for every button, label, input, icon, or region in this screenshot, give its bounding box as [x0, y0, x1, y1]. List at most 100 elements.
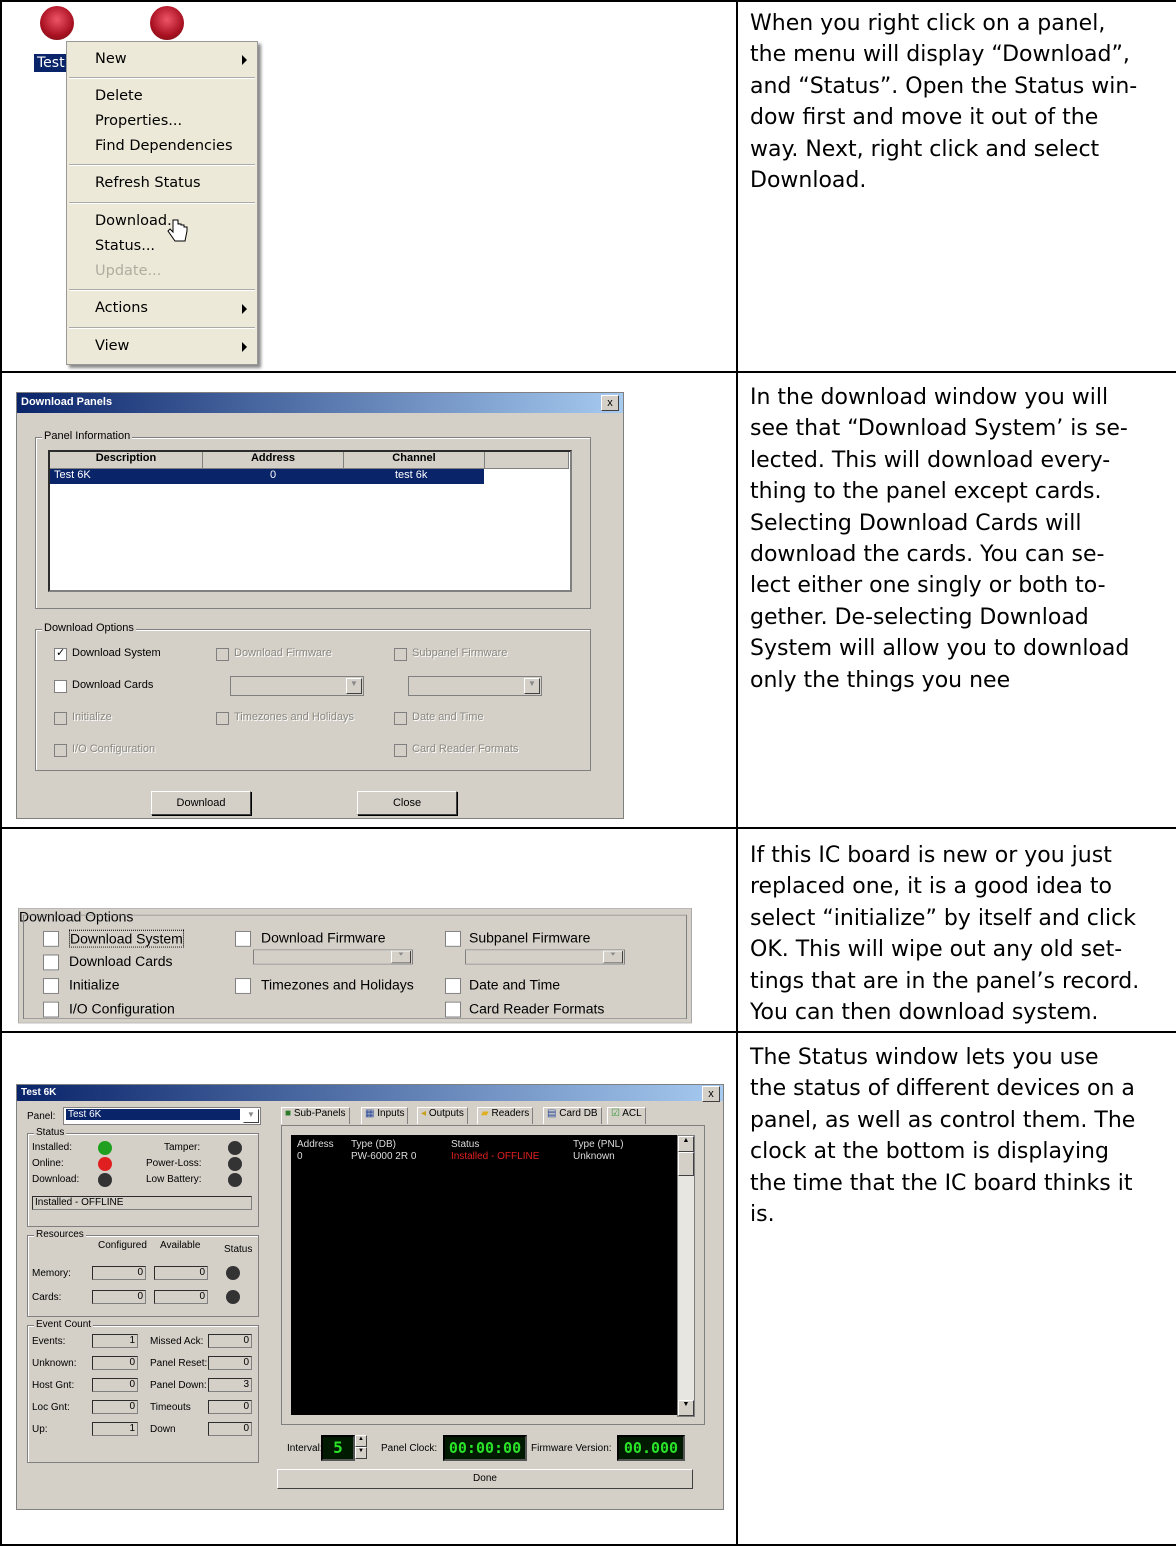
text-line: see that “Download System’ is se- [750, 416, 1128, 442]
menu-item-properties[interactable]: Properties... [95, 113, 182, 129]
grid-scrollbar[interactable]: ▲ ▼ [677, 1135, 695, 1417]
spin-down-icon[interactable]: ▼ [355, 1447, 367, 1459]
panel-icon[interactable] [150, 6, 184, 40]
group-label: Status [34, 1127, 67, 1138]
text-line: panel, as well as control them. The [750, 1107, 1136, 1133]
panel-selected-value: Test 6K [66, 1109, 240, 1120]
panel-list[interactable]: Description Address Channel Test 6K 0 te… [48, 450, 572, 592]
column-header[interactable]: Description [50, 452, 203, 469]
loc-gnt-field: 0 [92, 1400, 138, 1414]
text-line: dow first and move it out of the [750, 105, 1099, 131]
done-button[interactable]: Done [277, 1469, 693, 1489]
installed-led [98, 1141, 112, 1155]
group-label: Panel Information [42, 430, 133, 442]
online-label: Online: [32, 1158, 64, 1169]
column-header [485, 452, 569, 469]
download-cards-checkbox[interactable] [43, 954, 59, 971]
panel-select[interactable]: Test 6K ▼ [63, 1107, 261, 1125]
tab-inputs[interactable]: ▦ Inputs [361, 1107, 409, 1124]
download-cards-checkbox[interactable] [54, 680, 67, 693]
scroll-thumb[interactable] [678, 1152, 694, 1176]
panel-down-label: Panel Down: [150, 1380, 207, 1391]
subpanel-firmware-checkbox[interactable] [445, 930, 461, 947]
card-reader-formats-checkbox[interactable] [445, 1001, 461, 1018]
menu-item-view[interactable]: View [95, 338, 129, 354]
text-line: tings that are in the panel’s record. [750, 968, 1140, 994]
download-system-checkbox[interactable] [43, 930, 59, 947]
firmware-select: ▼ [230, 676, 364, 696]
menu-item-delete[interactable]: Delete [95, 88, 143, 104]
checkmark-icon: ✓ [56, 647, 66, 659]
status-window: Test 6K x Panel: Test 6K ▼ Status Instal… [16, 1084, 724, 1510]
spin-up-icon[interactable]: ▲ [355, 1435, 367, 1447]
tab-strip: ■ Sub-Panels ▦ Inputs ◂ Outputs ▰ Reader… [281, 1107, 701, 1125]
tab-readers[interactable]: ▰ Readers [477, 1107, 534, 1124]
timezones-checkbox [216, 712, 229, 725]
status-header: Status [224, 1244, 253, 1255]
panel-icon[interactable] [40, 6, 74, 40]
date-time-checkbox[interactable] [445, 978, 461, 994]
io-configuration-checkbox[interactable] [43, 1001, 59, 1018]
tab-card-db[interactable]: ▤ Card DB [543, 1107, 602, 1124]
menu-item-new[interactable]: New [95, 51, 127, 67]
tab-sub-panels[interactable]: ■ Sub-Panels [281, 1107, 350, 1124]
submenu-arrow-icon [242, 342, 247, 352]
close-icon[interactable]: x [702, 1086, 720, 1102]
download-button[interactable]: Download [151, 791, 251, 815]
chevron-down-icon: ▼ [603, 950, 623, 964]
dialog-titlebar: Download Panels [17, 393, 623, 413]
download-panels-dialog: Download Panels x Panel Information Desc… [16, 392, 624, 819]
column-header: Address [297, 1139, 334, 1150]
interval-spinner[interactable]: ▲ ▼ [355, 1435, 367, 1459]
firmware-version-display: 00.000 [617, 1435, 685, 1461]
icon-label: Test [34, 54, 68, 72]
text-line: lected. This will download every- [750, 447, 1111, 473]
submenu-arrow-icon [242, 55, 247, 65]
close-icon[interactable]: x [601, 395, 619, 411]
download-system-checkbox[interactable]: ✓ [54, 647, 67, 661]
window-titlebar: Test 6K [17, 1085, 723, 1101]
table-cell: test 6k [395, 469, 428, 481]
installed-label: Installed: [32, 1142, 73, 1153]
status-group: Status Installed: Online: Download: Tamp… [27, 1127, 259, 1227]
group-label: Resources [34, 1229, 86, 1240]
initialize-label: Initialize [72, 711, 112, 723]
close-button[interactable]: Close [357, 791, 457, 815]
unknown-field: 0 [92, 1356, 138, 1370]
up-label: Up: [32, 1424, 48, 1435]
table-row[interactable]: Test 6K 0 test 6k [50, 469, 484, 484]
menu-separator [69, 289, 255, 291]
download-firmware-checkbox[interactable] [235, 930, 251, 947]
text-line: way. Next, right click and select [750, 136, 1100, 162]
cards-available-field: 0 [154, 1290, 208, 1304]
readers-icon: ▰ [481, 1108, 489, 1119]
menu-item-actions[interactable]: Actions [95, 300, 148, 316]
down-field: 0 [208, 1422, 252, 1436]
tab-outputs[interactable]: ◂ Outputs [417, 1107, 468, 1124]
tab-acl[interactable]: ☑ ACL [607, 1107, 646, 1124]
tab-label: ACL [622, 1108, 642, 1119]
menu-item-refresh-status[interactable]: Refresh Status [95, 175, 201, 191]
menu-item-find-dependencies[interactable]: Find Dependencies [95, 138, 233, 154]
timezones-label: Timezones and Holidays [261, 976, 414, 993]
table-cell: Test 6K [54, 469, 91, 481]
initialize-checkbox[interactable] [43, 978, 59, 994]
chevron-down-icon: ▼ [524, 678, 540, 694]
scroll-up-icon[interactable]: ▲ [678, 1136, 694, 1152]
column-header[interactable]: Channel [344, 452, 485, 469]
sub-panels-grid[interactable]: Address Type (DB) Status Type (PNL) 0 PW… [291, 1135, 677, 1415]
scroll-down-icon[interactable]: ▼ [678, 1400, 694, 1416]
menu-separator [69, 327, 255, 329]
menu-separator [69, 202, 255, 204]
tab-label: Outputs [428, 1108, 464, 1119]
timezones-checkbox[interactable] [235, 978, 251, 994]
column-header[interactable]: Address [203, 452, 344, 469]
cards-configured-field: 0 [92, 1290, 146, 1304]
unknown-label: Unknown: [32, 1358, 77, 1369]
menu-item-status[interactable]: Status... [95, 238, 155, 254]
card-db-icon: ▤ [547, 1108, 557, 1119]
subpanel-firmware-select: ▼ [408, 676, 542, 696]
download-system-label: Download System [69, 929, 184, 948]
text-line: Download. [750, 168, 867, 194]
text-line: thing to the panel except cards. [750, 479, 1102, 505]
